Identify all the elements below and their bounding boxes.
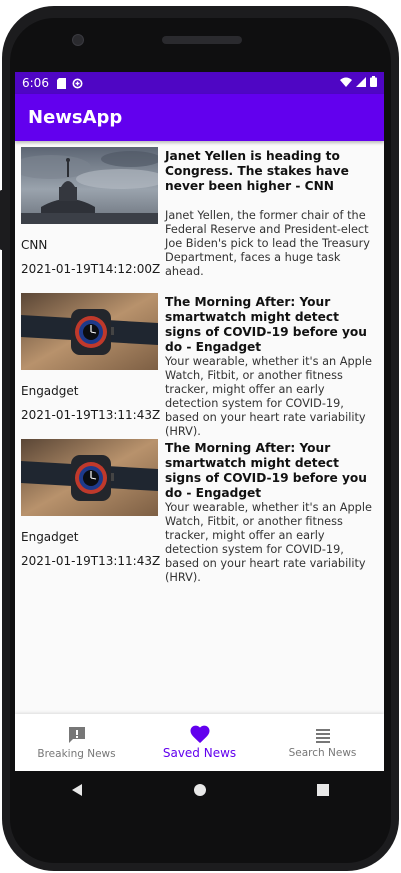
status-time: 6:06 bbox=[22, 76, 49, 90]
nav-search-news-label: Search News bbox=[288, 747, 357, 759]
nav-search-news[interactable]: Search News bbox=[261, 714, 384, 771]
earpiece-speaker bbox=[162, 36, 242, 44]
article-date: 2021-01-19T13:11:43Z bbox=[21, 408, 161, 422]
device-frame: 6:06 NewsApp CNN 2021-01-19T14:12:00Z Ja… bbox=[0, 0, 401, 873]
cell-signal-icon bbox=[356, 76, 366, 90]
app-bar: NewsApp bbox=[15, 94, 384, 141]
article-title: The Morning After: Your smartwatch might… bbox=[165, 441, 367, 500]
article-source: Engadget bbox=[21, 384, 79, 398]
app-title: NewsApp bbox=[28, 107, 123, 128]
article-description: Your wearable, whether it's an Apple Wat… bbox=[165, 501, 372, 584]
heart-icon bbox=[190, 725, 209, 743]
home-icon[interactable] bbox=[193, 782, 207, 801]
article-item[interactable]: Engadget 2021-01-19T13:11:43Z The Mornin… bbox=[15, 287, 384, 438]
wifi-icon bbox=[340, 76, 352, 90]
recents-icon[interactable] bbox=[316, 782, 330, 801]
article-source: Engadget bbox=[21, 530, 79, 544]
bottom-navigation: Breaking News Saved News Search News bbox=[15, 714, 384, 771]
back-icon[interactable] bbox=[70, 782, 84, 801]
status-icons bbox=[340, 76, 377, 90]
nav-saved-news-label: Saved News bbox=[162, 746, 237, 760]
system-navigation-bar bbox=[15, 771, 384, 811]
nav-saved-news[interactable]: Saved News bbox=[138, 714, 261, 771]
sd-card-icon bbox=[56, 77, 66, 89]
article-date: 2021-01-19T13:11:43Z bbox=[21, 554, 161, 568]
capitol-dome-image bbox=[21, 147, 158, 224]
article-date: 2021-01-19T14:12:00Z bbox=[21, 262, 161, 276]
front-camera-icon bbox=[72, 34, 84, 46]
power-button bbox=[0, 190, 3, 250]
article-item[interactable]: Engadget 2021-01-19T13:11:43Z The Mornin… bbox=[15, 433, 384, 584]
saved-news-list[interactable]: CNN 2021-01-19T14:12:00Z Janet Yellen is… bbox=[15, 141, 384, 584]
status-bar: 6:06 bbox=[15, 72, 384, 94]
smartwatch-image bbox=[21, 293, 158, 370]
article-description: Your wearable, whether it's an Apple Wat… bbox=[165, 355, 372, 438]
smartwatch-image bbox=[21, 439, 158, 516]
article-source: CNN bbox=[21, 238, 48, 252]
nav-breaking-news-label: Breaking News bbox=[37, 748, 116, 760]
nav-breaking-news[interactable]: Breaking News bbox=[15, 714, 138, 771]
data-saver-icon bbox=[72, 78, 83, 89]
screen: 6:06 NewsApp CNN 2021-01-19T14:12:00Z Ja… bbox=[15, 72, 384, 771]
feedback-icon bbox=[68, 727, 85, 743]
article-item[interactable]: CNN 2021-01-19T14:12:00Z Janet Yellen is… bbox=[15, 141, 384, 287]
article-description: Janet Yellen, the former chair of the Fe… bbox=[165, 209, 370, 278]
article-title: Janet Yellen is heading to Congress. The… bbox=[165, 149, 349, 193]
battery-icon bbox=[370, 76, 377, 90]
list-icon bbox=[315, 729, 330, 743]
article-title: The Morning After: Your smartwatch might… bbox=[165, 295, 367, 354]
